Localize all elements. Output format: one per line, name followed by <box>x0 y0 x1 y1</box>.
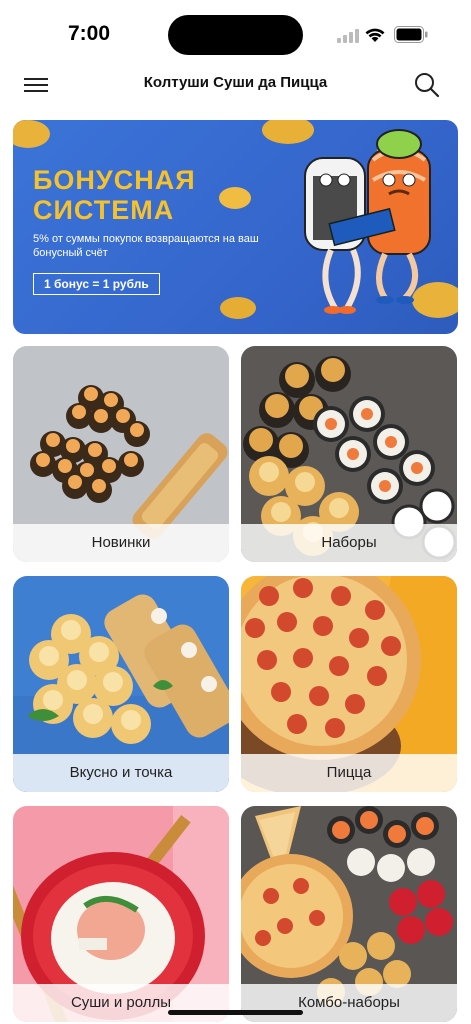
category-label: Наборы <box>241 524 457 562</box>
battery-icon <box>394 26 428 43</box>
category-label: Новинки <box>13 524 229 562</box>
search-icon[interactable] <box>412 70 442 100</box>
banner-title: БОНУСНАЯ СИСТЕМА <box>33 165 196 225</box>
category-card-sets[interactable]: Наборы <box>241 346 457 562</box>
category-card-new[interactable]: Новинки <box>13 346 229 562</box>
banner-description: 5% от суммы покупок возвращаются на ваш … <box>33 233 259 259</box>
category-card-tasty[interactable]: Вкусно и точка <box>13 576 229 792</box>
dynamic-island <box>168 15 303 55</box>
category-label: Вкусно и точка <box>13 754 229 792</box>
status-time: 7:00 <box>68 22 111 45</box>
bonus-banner[interactable]: БОНУСНАЯ СИСТЕМА 5% от суммы покупок воз… <box>13 120 458 334</box>
category-label: Пицца <box>241 754 457 792</box>
category-card-pizza[interactable]: Пицца <box>241 576 457 792</box>
page-title: Колтуши Суши да Пицца <box>143 74 328 91</box>
top-app-bar: Колтуши Суши да Пицца <box>0 62 471 108</box>
category-label: Суши и роллы <box>13 984 229 1022</box>
category-card-combo[interactable]: Комбо-наборы <box>241 806 457 1022</box>
bonus-rate-badge: 1 бонус = 1 рубль <box>33 273 160 295</box>
category-label: Комбо-наборы <box>241 984 457 1022</box>
signal-icon <box>337 29 359 43</box>
banner-illustration <box>13 120 458 319</box>
wifi-icon <box>365 28 385 42</box>
home-indicator[interactable] <box>168 1010 303 1015</box>
status-bar: 7:00 <box>0 0 471 62</box>
hamburger-menu-icon[interactable] <box>20 72 54 98</box>
category-card-rolls[interactable]: Суши и роллы <box>13 806 229 1022</box>
